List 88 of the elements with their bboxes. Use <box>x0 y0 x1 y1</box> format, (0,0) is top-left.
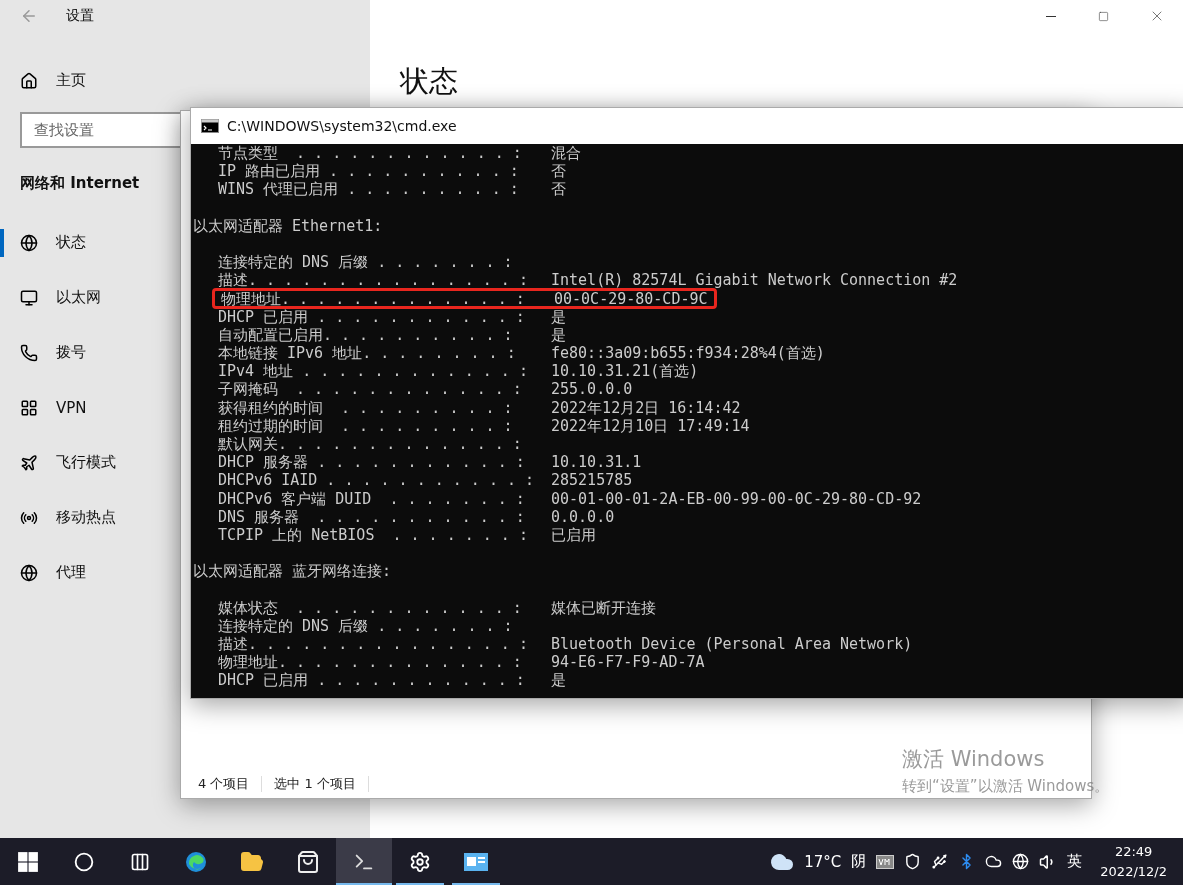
minimize-icon <box>1045 15 1056 17</box>
console-label: 获得租约的时间 . . . . . . . . . : <box>218 398 514 417</box>
browser-icon <box>185 850 207 873</box>
phone-icon <box>20 343 38 362</box>
selection-count: 选中 1 个项目 <box>274 775 356 793</box>
console-value: 00-0C-29-80-CD-9C <box>554 289 708 308</box>
console-value: fe80::3a09:b655:f934:28%4(首选) <box>551 344 825 363</box>
nav-item[interactable]: 以太网 <box>56 288 101 307</box>
console-value: 255.0.0.0 <box>551 380 633 399</box>
restore-icon <box>1098 10 1109 22</box>
store-bag-icon <box>296 849 320 874</box>
console-value: 285215785 <box>551 471 633 490</box>
temperature[interactable]: 17°C <box>804 852 842 871</box>
console-label: 子网掩码 . . . . . . . . . . . . : <box>218 380 523 399</box>
console-line: 以太网适配器 蓝牙网络连接: <box>193 562 392 581</box>
console-label: 自动配置已启用. . . . . . . . . . : <box>218 325 514 345</box>
console-value: 混合 <box>551 144 581 163</box>
console-value: 是 <box>551 325 566 345</box>
nav-item[interactable]: 代理 <box>56 563 86 582</box>
console-label: 描述. . . . . . . . . . . . . . . : <box>218 271 529 290</box>
globe-icon <box>20 563 38 582</box>
airplane-icon <box>20 453 38 472</box>
nav-item[interactable]: 飞行模式 <box>56 453 116 472</box>
console-label: DNS 服务器 . . . . . . . . . . . : <box>218 507 526 526</box>
console-label: 物理地址. . . . . . . . . . . . . : <box>221 289 526 308</box>
console-value: Bluetooth Device (Personal Area Network) <box>551 635 913 654</box>
console-value: 10.10.31.21(首选) <box>551 362 699 381</box>
console-label: IP 路由已启用 . . . . . . . . . . : <box>218 162 520 181</box>
search-icon <box>74 851 94 872</box>
console-label: 默认网关. . . . . . . . . . . . . : <box>218 435 523 454</box>
search-field[interactable]: 查找设置 <box>20 112 180 148</box>
weather-condition[interactable]: 阴 <box>851 852 867 871</box>
nav-item[interactable]: 移动热点 <box>56 508 116 527</box>
console-label: 租约过期的时间 . . . . . . . . . : <box>218 416 514 435</box>
console-value: 媒体已断开连接 <box>551 598 656 617</box>
console-label: DHCP 服务器 . . . . . . . . . . . : <box>218 453 526 472</box>
section-title: 网络和 Internet <box>20 174 140 193</box>
window-title: 设置 <box>66 7 94 25</box>
console-value: 2022年12月2日 16:14:42 <box>551 398 741 417</box>
console-label: DHCP 已启用 . . . . . . . . . . . : <box>218 307 526 326</box>
nav-item[interactable]: VPN <box>56 398 87 417</box>
console-label: 本地链接 IPv6 地址. . . . . . . . : <box>218 344 517 363</box>
console-value: 否 <box>551 180 566 199</box>
console-value: 94-E6-F7-F9-AD-7A <box>551 653 705 672</box>
console-label: TCPIP 上的 NetBIOS . . . . . . . : <box>218 525 529 545</box>
console-label: DHCPv6 IAID . . . . . . . . . . . : <box>218 471 536 490</box>
page-title: 状态 <box>400 63 459 100</box>
console-value: 否 <box>551 162 566 181</box>
console-label: 媒体状态 . . . . . . . . . . . . : <box>218 598 523 617</box>
task-view-icon <box>130 851 150 872</box>
console-label: 连接特定的 DNS 后缀 . . . . . . . : <box>218 616 514 636</box>
console-value: 10.10.31.1 <box>551 453 642 472</box>
folder-icon <box>240 849 264 874</box>
usb-icon[interactable] <box>931 853 949 870</box>
console-label: 节点类型 . . . . . . . . . . . . : <box>218 144 523 163</box>
nav-item[interactable]: 状态 <box>56 233 86 252</box>
console-value: Intel(R) 82574L Gigabit Network Connection #2 <box>551 271 958 290</box>
console-label: DHCPv6 客户端 DUID . . . . . . . : <box>218 489 526 508</box>
nav-item[interactable]: 拨号 <box>56 343 86 362</box>
settings-icon <box>409 850 431 873</box>
console-value: 已启用 <box>551 525 596 545</box>
console-label: 描述. . . . . . . . . . . . . . . : <box>218 635 529 654</box>
console-value: 00-01-00-01-2A-EB-00-99-00-0C-29-80-CD-92 <box>551 489 922 508</box>
console-value: 是 <box>551 307 566 326</box>
console-label: 物理地址. . . . . . . . . . . . . : <box>218 653 523 672</box>
clock[interactable]: 22:49 2022/12/2 <box>1100 841 1167 882</box>
home-link[interactable]: 主页 <box>56 71 86 90</box>
monitor-icon <box>20 288 38 307</box>
input-method[interactable]: 英 <box>1067 852 1083 871</box>
window-title: C:\WINDOWS\system32\cmd.exe <box>227 118 457 134</box>
shield-icon[interactable] <box>904 853 922 870</box>
console-value: 是 <box>551 671 566 690</box>
console-label: 连接特定的 DNS 后缀 . . . . . . . : <box>218 253 514 272</box>
home-icon <box>20 71 38 90</box>
globe-icon[interactable] <box>1012 853 1030 870</box>
console-value: 2022年12月10日 17:49:14 <box>551 416 750 435</box>
console-label: DHCP 已启用 . . . . . . . . . . . : <box>218 671 526 690</box>
item-count: 4 个项目 <box>198 775 250 793</box>
activation-title: 激活 Windows <box>902 746 1046 773</box>
terminal-icon <box>201 119 219 133</box>
window-app-icon <box>463 850 489 873</box>
console-line: 以太网适配器 Ethernet1: <box>193 216 383 235</box>
vm-icon[interactable] <box>876 854 895 869</box>
windows-logo-icon <box>17 850 39 873</box>
console-label: WINS 代理已启用 . . . . . . . . . : <box>218 180 520 199</box>
console-value: 0.0.0.0 <box>551 507 615 526</box>
console-label: IPv4 地址 . . . . . . . . . . . . : <box>218 362 529 381</box>
globe-icon <box>20 233 38 252</box>
